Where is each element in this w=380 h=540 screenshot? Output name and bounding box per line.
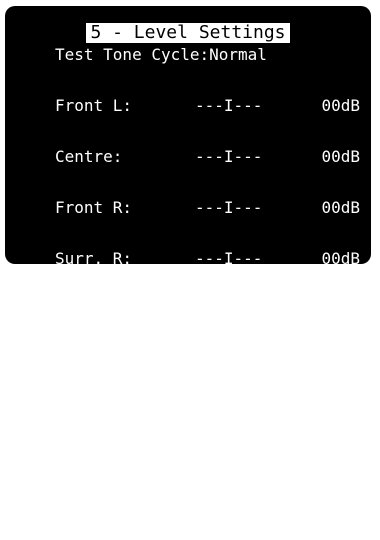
channel-row-surround-back-left[interactable]: Surr. BL: ---I--- 00dB [55,352,360,369]
level-indicator: ---I--- [195,96,263,115]
level-indicator: ---I--- [195,300,263,319]
level-value: 00dB [321,249,360,268]
level-indicator: ---I--- [195,198,263,217]
level-value: 00dB [321,453,360,472]
test-tone-cycle-setting[interactable]: Test Tone Cycle:Normal [55,46,267,63]
channel-row-subwoofer[interactable]: Subwoofer: ---I--- 00dB [55,454,360,471]
channel-row-surround-left[interactable]: Surr. L: ---I--- 00dB [55,403,360,420]
level-value: 00dB [321,351,360,370]
level-value: 00dB [321,300,360,319]
channel-label: Centre: [55,147,123,166]
level-value: 00dB [321,402,360,421]
channel-label: Front L: [55,96,133,115]
channel-label: Subwoofer: [55,453,152,472]
channel-row-centre[interactable]: Centre: ---I--- 00dB [55,148,360,165]
menu-title: 5 - Level Settings [86,23,290,43]
level-indicator: ---I--- [195,351,263,370]
channel-label: Surr. L: [55,402,133,421]
channel-row-front-left[interactable]: Front L: ---I--- 00dB [55,97,360,114]
level-indicator: ---I--- [195,402,263,421]
channel-label: Surr. BR: [55,300,142,319]
menu-title-bar: 5 - Level Settings [5,23,371,43]
level-indicator: ---I--- [195,453,263,472]
level-value: 00dB [321,198,360,217]
channel-row-surround-right[interactable]: Surr. R: ---I--- 00dB [55,250,360,267]
channel-row-surround-back-right[interactable]: Surr. BR: ---I--- 00dB [55,301,360,318]
level-indicator: ---I--- [195,147,263,166]
channel-label: Surr. R: [55,249,133,268]
osd-screen: 5 - Level Settings Test Tone Cycle:Norma… [5,6,371,471]
level-value: 00dB [321,147,360,166]
level-value: 00dB [321,96,360,115]
channel-label: Surr. BL: [55,351,142,370]
channel-level-list: Front L: ---I--- 00dB Centre: ---I--- 00… [55,63,360,505]
channel-label: Front R: [55,198,133,217]
level-indicator: ---I--- [195,249,263,268]
channel-row-front-right[interactable]: Front R: ---I--- 00dB [55,199,360,216]
